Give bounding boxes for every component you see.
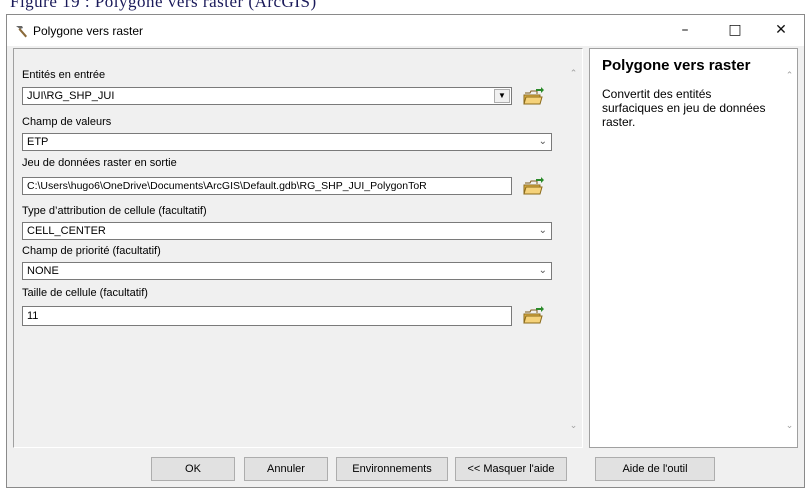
- help-description: Convertit des entités surfaciques en jeu…: [602, 87, 766, 129]
- environments-button[interactable]: Environnements: [336, 457, 448, 481]
- hammer-icon: [16, 26, 27, 38]
- output-raster-input[interactable]: C:\Users\hugo6\OneDrive\Documents\ArcGIS…: [22, 177, 512, 195]
- cell-size-value: 11: [27, 310, 39, 322]
- scroll-down-icon[interactable]: ⌄: [568, 421, 579, 432]
- chevron-down-icon[interactable]: ⌄: [539, 223, 547, 239]
- close-button[interactable]: ✕: [758, 15, 804, 46]
- cell-size-input[interactable]: 11: [22, 306, 512, 326]
- priority-field-combo[interactable]: NONE ⌄: [22, 262, 552, 280]
- parameters-scrollbar[interactable]: ⌃ ⌄: [565, 49, 582, 447]
- folder-open-icon[interactable]: [522, 86, 544, 108]
- value-field-combo[interactable]: ETP ⌄: [22, 133, 552, 151]
- maximize-button[interactable]: □: [712, 15, 758, 46]
- chevron-down-icon[interactable]: ⌄: [539, 263, 547, 279]
- help-title: Polygone vers raster: [602, 57, 751, 74]
- dialog-body: Entités en entrée JUI\RG_SHP_JUI ▼ Champ…: [13, 48, 798, 448]
- cell-size-label: Taille de cellule (facultatif): [22, 287, 148, 299]
- chevron-down-icon[interactable]: ▼: [494, 89, 510, 103]
- window-title: Polygone vers raster: [33, 24, 144, 38]
- input-features-value: JUI\RG_SHP_JUI: [27, 90, 115, 102]
- parameters-panel: Entités en entrée JUI\RG_SHP_JUI ▼ Champ…: [13, 48, 583, 448]
- folder-open-icon[interactable]: [522, 305, 544, 327]
- value-field-label: Champ de valeurs: [22, 116, 112, 128]
- input-features-combo[interactable]: JUI\RG_SHP_JUI ▼: [22, 87, 512, 105]
- value-field-value: ETP: [27, 136, 49, 148]
- input-features-label: Entités en entrée: [22, 69, 106, 81]
- minimize-button[interactable]: –: [662, 15, 708, 46]
- tool-dialog: Polygone vers raster – □ ✕ Entités en en…: [6, 14, 805, 488]
- output-raster-value: C:\Users\hugo6\OneDrive\Documents\ArcGIS…: [27, 180, 427, 192]
- figure-caption: Figure 19 : Polygone vers raster (ArcGIS…: [0, 0, 805, 14]
- figure-caption-text: Figure 19 : Polygone vers raster (ArcGIS…: [10, 0, 317, 11]
- cell-assignment-combo[interactable]: CELL_CENTER ⌄: [22, 222, 552, 240]
- tool-help-button[interactable]: Aide de l'outil: [595, 457, 715, 481]
- title-bar: Polygone vers raster – □ ✕: [7, 15, 804, 46]
- folder-open-icon[interactable]: [522, 176, 544, 198]
- cell-assignment-value: CELL_CENTER: [27, 225, 106, 237]
- priority-field-value: NONE: [27, 265, 59, 277]
- cancel-button[interactable]: Annuler: [244, 457, 328, 481]
- priority-field-label: Champ de priorité (facultatif): [22, 245, 161, 257]
- help-panel: Polygone vers raster Convertit des entit…: [589, 48, 798, 448]
- help-scroll-up-icon[interactable]: ⌃: [784, 71, 795, 82]
- chevron-down-icon[interactable]: ⌄: [539, 134, 547, 150]
- cell-assignment-label: Type d’attribution de cellule (facultati…: [22, 205, 207, 217]
- ok-button[interactable]: OK: [151, 457, 235, 481]
- scroll-up-icon[interactable]: ⌃: [568, 69, 579, 80]
- output-raster-label: Jeu de données raster en sortie: [22, 157, 177, 169]
- help-scroll-down-icon[interactable]: ⌄: [784, 421, 795, 432]
- hide-help-button[interactable]: << Masquer l'aide: [455, 457, 567, 481]
